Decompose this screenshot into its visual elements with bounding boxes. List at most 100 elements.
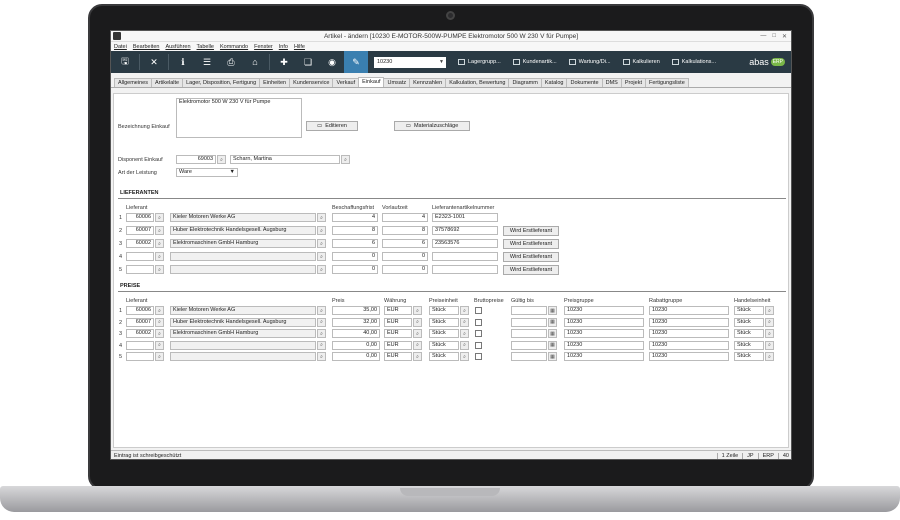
gueltig-bis-field[interactable] xyxy=(511,317,547,327)
calendar-icon[interactable]: ▦ xyxy=(548,352,557,361)
chevron-down-icon[interactable]: ▼ xyxy=(230,169,235,176)
menu-bearbeiten[interactable]: Bearbeiten xyxy=(133,44,160,50)
tab-fertigungsliste[interactable]: Fertigungsliste xyxy=(644,78,689,87)
calendar-icon[interactable]: ▦ xyxy=(548,306,557,315)
preiseinheit-field[interactable]: Stück xyxy=(429,340,459,350)
lookup-icon[interactable]: ⌕ xyxy=(155,239,164,248)
link-kalkulieren[interactable]: Kalkulieren xyxy=(622,59,660,65)
menu-tabelle[interactable]: Tabelle xyxy=(197,44,214,50)
save-icon[interactable]: 🖫 xyxy=(113,51,137,73)
disponent-name[interactable]: Scharn, Martina xyxy=(230,155,340,164)
gueltig-bis-field[interactable] xyxy=(511,329,547,338)
lieferantenartikelnummer-field[interactable] xyxy=(432,252,498,261)
tab-dms[interactable]: DMS xyxy=(601,78,622,87)
menu-hilfe[interactable]: Hilfe xyxy=(294,44,305,50)
lookup-icon[interactable]: ⌕ xyxy=(155,265,164,274)
tab-katalog[interactable]: Katalog xyxy=(540,78,568,87)
lookup-icon[interactable]: ⌕ xyxy=(765,317,774,327)
gueltig-bis-field[interactable] xyxy=(511,306,547,315)
lookup-icon[interactable]: ⌕ xyxy=(155,226,164,235)
preisgruppe-field[interactable]: 10230 xyxy=(564,352,644,361)
vorlaufzeit-field[interactable]: 0 xyxy=(382,265,428,274)
lookup-icon[interactable]: ⌕ xyxy=(413,306,422,315)
menu-fenster[interactable]: Fenster xyxy=(254,44,273,50)
preiseinheit-field[interactable]: Stück xyxy=(429,306,459,315)
supplier-name[interactable]: Kieler Motoren Werke AG xyxy=(170,213,316,222)
tab-lager[interactable]: Lager, Disposition, Fertigung xyxy=(182,78,261,87)
bruttopreise-checkbox[interactable] xyxy=(475,318,482,326)
search-combo[interactable]: 10230 ▼ xyxy=(374,56,446,68)
tab-umsatz[interactable]: Umsatz xyxy=(383,78,411,87)
bruttopreise-checkbox[interactable] xyxy=(475,353,482,360)
tab-allgemeines[interactable]: Allgemeines xyxy=(114,78,152,87)
tab-projekt[interactable]: Projekt xyxy=(620,78,646,87)
supplier-number[interactable]: 60002 xyxy=(126,239,154,248)
tab-verkauf[interactable]: Verkauf xyxy=(332,78,360,87)
waehrung-field[interactable]: EUR xyxy=(384,352,412,361)
tab-kennzahlen[interactable]: Kennzahlen xyxy=(409,78,447,87)
supplier-name[interactable]: Elektromaschinen GmbH Hamburg xyxy=(170,239,316,248)
lieferantenartikelnummer-field[interactable]: 37578692 xyxy=(432,226,498,235)
bruttopreise-checkbox[interactable] xyxy=(475,330,482,337)
vorlaufzeit-field[interactable]: 0 xyxy=(382,252,428,261)
lookup-icon[interactable]: ⌕ xyxy=(413,317,422,327)
lookup-icon[interactable]: ⌕ xyxy=(341,155,350,164)
preis-field[interactable]: 40,00 xyxy=(332,329,380,338)
handelseinheit-field[interactable]: Stück xyxy=(734,306,764,315)
lookup-icon[interactable]: ⌕ xyxy=(460,329,469,338)
supplier-name[interactable] xyxy=(170,252,316,261)
bruttopreise-checkbox[interactable] xyxy=(475,307,482,314)
lookup-icon[interactable]: ⌕ xyxy=(765,329,774,338)
preiseinheit-field[interactable]: Stück xyxy=(429,352,459,361)
lookup-icon[interactable]: ⌕ xyxy=(460,306,469,315)
lookup-icon[interactable]: ⌕ xyxy=(155,317,164,327)
info-icon[interactable]: ℹ xyxy=(171,51,195,73)
bezeichnung-field[interactable]: Elektromotor 500 W 230 V für Pumpe xyxy=(176,98,302,138)
lookup-icon[interactable]: ⌕ xyxy=(317,252,326,261)
print-icon[interactable]: ⎙ xyxy=(219,51,243,73)
handelseinheit-field[interactable]: Stück xyxy=(734,352,764,361)
wird-erstlieferant-button[interactable]: Wird Erstlieferant xyxy=(503,239,559,249)
waehrung-field[interactable]: EUR xyxy=(384,329,412,338)
menu-kommando[interactable]: Kommando xyxy=(220,44,248,50)
vorlaufzeit-field[interactable]: 6 xyxy=(382,239,428,248)
tab-dokumente[interactable]: Dokumente xyxy=(566,78,603,87)
tab-diagramm[interactable]: Diagramm xyxy=(508,78,542,87)
lookup-icon[interactable]: ⌕ xyxy=(460,317,469,327)
materialzuschlaege-button[interactable]: ▭ Materialzuschläge xyxy=(394,121,470,131)
lieferantenartikelnummer-field[interactable] xyxy=(432,265,498,274)
lookup-icon[interactable]: ⌕ xyxy=(460,340,469,350)
gueltig-bis-field[interactable] xyxy=(511,352,547,361)
view-icon[interactable]: ◉ xyxy=(320,51,344,73)
supplier-number[interactable]: 60007 xyxy=(126,317,154,327)
add-icon[interactable]: ✚ xyxy=(272,51,296,73)
tab-kundenservice[interactable]: Kundenservice xyxy=(289,78,334,87)
supplier-number[interactable]: 60006 xyxy=(126,306,154,315)
link-kalkulations[interactable]: Kalkulations... xyxy=(671,59,716,65)
supplier-name[interactable] xyxy=(170,352,316,361)
supplier-number[interactable]: 60006 xyxy=(126,213,154,222)
preis-field[interactable]: 35,00 xyxy=(332,306,380,315)
edit-icon[interactable]: ✎ xyxy=(344,51,368,73)
lookup-icon[interactable]: ⌕ xyxy=(765,340,774,350)
vorlaufzeit-field[interactable]: 8 xyxy=(382,226,428,235)
beschaffungsfrist-field[interactable]: 0 xyxy=(332,265,378,274)
wird-erstlieferant-button[interactable]: Wird Erstlieferant xyxy=(503,265,559,275)
tab-kalkulation[interactable]: Kalkulation, Bewertung xyxy=(445,78,510,87)
supplier-name[interactable]: Kieler Motoren Werke AG xyxy=(170,306,316,315)
rabattgruppe-field[interactable]: 10230 xyxy=(649,329,729,338)
calendar-icon[interactable]: ▦ xyxy=(548,317,557,327)
preiseinheit-field[interactable]: Stück xyxy=(429,329,459,338)
supplier-name[interactable] xyxy=(170,340,316,350)
supplier-name[interactable] xyxy=(170,265,316,274)
tab-artikelalte[interactable]: Artikelalte xyxy=(150,78,184,87)
tab-einheiten[interactable]: Einheiten xyxy=(259,78,291,87)
lookup-icon[interactable]: ⌕ xyxy=(155,352,164,361)
calendar-icon[interactable]: ▦ xyxy=(548,329,557,338)
supplier-number[interactable] xyxy=(126,252,154,261)
supplier-number[interactable]: 60002 xyxy=(126,329,154,338)
lookup-icon[interactable]: ⌕ xyxy=(155,306,164,315)
gueltig-bis-field[interactable] xyxy=(511,340,547,350)
supplier-number[interactable] xyxy=(126,352,154,361)
waehrung-field[interactable]: EUR xyxy=(384,306,412,315)
